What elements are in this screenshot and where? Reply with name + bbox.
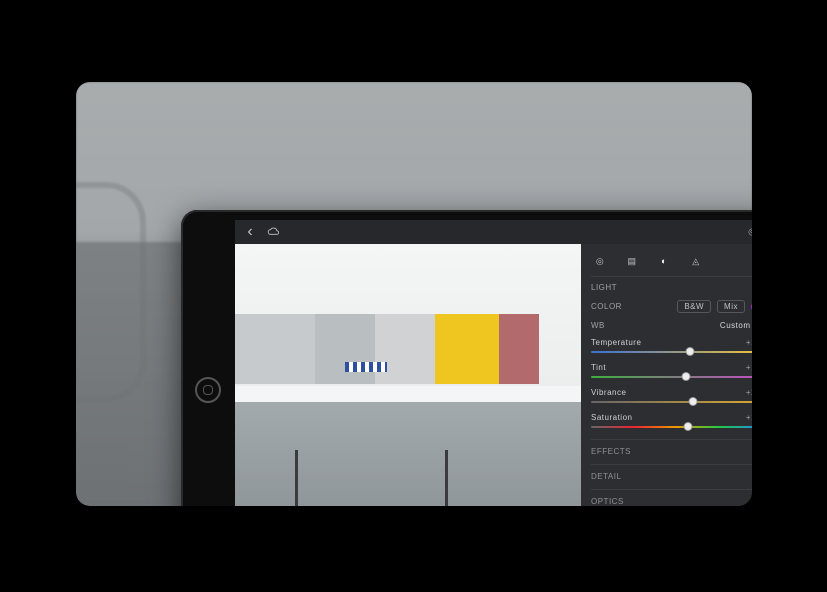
camera-icon[interactable]	[745, 225, 752, 239]
slider-label: Saturation	[591, 413, 632, 422]
slider-track[interactable]	[591, 399, 752, 405]
section-optics[interactable]: Optics	[591, 489, 752, 506]
slider-value: +10	[746, 413, 752, 422]
color-wheel-icon[interactable]	[751, 302, 752, 312]
mix-toggle[interactable]: Mix	[717, 300, 745, 313]
slider-track[interactable]	[591, 349, 752, 355]
slider-label: Vibrance	[591, 388, 626, 397]
slider-track[interactable]	[591, 424, 752, 430]
section-light[interactable]: Light	[591, 279, 752, 295]
section-effects[interactable]: Effects	[591, 439, 752, 458]
panel-tabs: ◎ ▤ ◐ ◬	[591, 250, 752, 277]
slider-thumb[interactable]	[682, 372, 691, 381]
wb-value: Custom	[720, 321, 751, 330]
section-color-header: Color B&W Mix	[591, 297, 752, 316]
cloud-icon[interactable]	[267, 225, 281, 239]
slider-label: Temperature	[591, 338, 641, 347]
slider-label: Tint	[591, 363, 606, 372]
tablet-device: ◎ ▤ ◐ ◬ Light Color B&W Mix	[181, 210, 752, 506]
slider-value: +10	[746, 363, 752, 372]
wb-label: WB	[591, 321, 714, 330]
slider-temperature: Temperature +10	[591, 335, 752, 358]
section-detail[interactable]: Detail	[591, 464, 752, 483]
slider-value: +10	[746, 338, 752, 347]
slider-track[interactable]	[591, 374, 752, 380]
slider-tint: Tint +10	[591, 360, 752, 383]
slider-thumb[interactable]	[689, 397, 698, 406]
photo-canvas[interactable]	[235, 244, 581, 506]
workspace: ◎ ▤ ◐ ◬ Light Color B&W Mix	[235, 244, 752, 506]
slider-saturation: Saturation +10	[591, 410, 752, 433]
section-label: Detail	[591, 472, 621, 481]
tab-profile-icon[interactable]: ▤	[625, 254, 639, 268]
wb-select[interactable]: Custom	[720, 321, 752, 330]
back-icon[interactable]	[243, 225, 257, 239]
slider-value: +20	[746, 388, 752, 397]
app-screen: ◎ ▤ ◐ ◬ Light Color B&W Mix	[235, 220, 752, 506]
tab-tone-icon[interactable]: ◐	[657, 254, 671, 268]
home-button[interactable]	[195, 377, 221, 403]
slider-vibrance: Vibrance +20	[591, 385, 752, 408]
app-card: ◎ ▤ ◐ ◬ Light Color B&W Mix	[76, 82, 752, 506]
tablet-bezel	[181, 210, 235, 506]
bw-toggle[interactable]: B&W	[677, 300, 711, 313]
tab-texture-icon[interactable]: ◬	[689, 254, 703, 268]
section-label: Effects	[591, 447, 631, 456]
top-bar	[235, 220, 752, 244]
slider-thumb[interactable]	[683, 422, 692, 431]
section-color-label: Color	[591, 302, 671, 311]
slider-thumb[interactable]	[685, 347, 694, 356]
section-label: Optics	[591, 497, 624, 506]
wb-row: WB Custom	[591, 318, 752, 333]
tab-auto-icon[interactable]: ◎	[593, 254, 607, 268]
edit-panel: ◎ ▤ ◐ ◬ Light Color B&W Mix	[581, 244, 752, 506]
section-light-label: Light	[591, 283, 748, 292]
